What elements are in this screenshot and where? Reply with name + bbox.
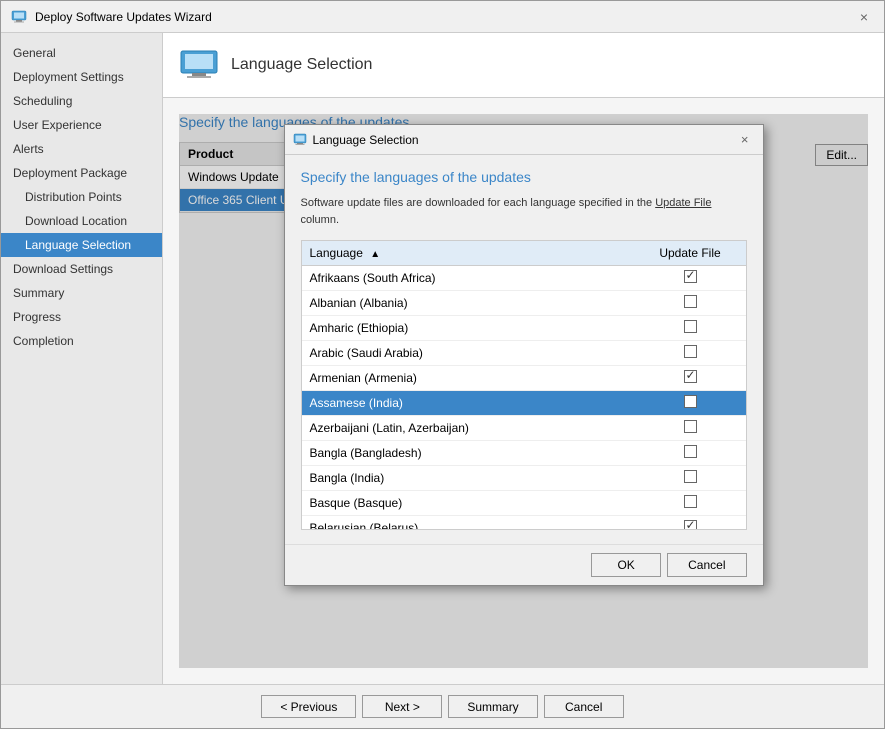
language-checkbox[interactable] bbox=[684, 320, 697, 333]
lang-checkbox-cell[interactable] bbox=[635, 416, 746, 441]
modal-close-button[interactable]: × bbox=[735, 130, 755, 149]
lang-checkbox-cell[interactable] bbox=[635, 291, 746, 316]
cancel-button[interactable]: Cancel bbox=[544, 695, 624, 718]
lang-table-row[interactable]: Belarusian (Belarus) bbox=[302, 516, 746, 531]
language-checkbox[interactable] bbox=[684, 445, 697, 458]
sidebar: GeneralDeployment SettingsSchedulingUser… bbox=[1, 33, 163, 684]
lang-name-cell: Basque (Basque) bbox=[302, 491, 635, 516]
language-table-container[interactable]: Language ▲ Update File bbox=[301, 240, 747, 530]
lang-name-cell: Assamese (India) bbox=[302, 391, 635, 416]
header-icon bbox=[179, 45, 219, 85]
sidebar-item-general[interactable]: General bbox=[1, 41, 162, 65]
modal-cancel-button[interactable]: Cancel bbox=[667, 553, 746, 577]
modal-title-bar: Language Selection × bbox=[285, 125, 763, 155]
lang-checkbox-cell[interactable] bbox=[635, 341, 746, 366]
main-content: Language Selection Specify the languages… bbox=[163, 33, 884, 684]
header-section: Language Selection bbox=[163, 33, 884, 98]
language-checkbox[interactable] bbox=[684, 395, 697, 408]
previous-button[interactable]: < Previous bbox=[261, 695, 356, 718]
sidebar-item-completion[interactable]: Completion bbox=[1, 329, 162, 353]
language-checkbox[interactable] bbox=[684, 370, 697, 383]
next-button[interactable]: Next > bbox=[362, 695, 442, 718]
lang-checkbox-cell[interactable] bbox=[635, 391, 746, 416]
ok-button[interactable]: OK bbox=[591, 553, 661, 577]
wizard-body: GeneralDeployment SettingsSchedulingUser… bbox=[1, 33, 884, 684]
modal-footer: OK Cancel bbox=[285, 544, 763, 585]
lang-name-cell: Bangla (Bangladesh) bbox=[302, 441, 635, 466]
sidebar-item-download-settings[interactable]: Download Settings bbox=[1, 257, 162, 281]
lang-table-row[interactable]: Azerbaijani (Latin, Azerbaijan) bbox=[302, 416, 746, 441]
sidebar-item-scheduling[interactable]: Scheduling bbox=[1, 89, 162, 113]
update-file-highlight: Update File bbox=[655, 197, 711, 209]
language-selection-dialog: Language Selection × Specify the languag… bbox=[284, 124, 764, 586]
lang-checkbox-cell[interactable] bbox=[635, 466, 746, 491]
main-window: Deploy Software Updates Wizard × General… bbox=[0, 0, 885, 729]
language-checkbox[interactable] bbox=[684, 345, 697, 358]
lang-checkbox-cell[interactable] bbox=[635, 491, 746, 516]
lang-name-cell: Azerbaijani (Latin, Azerbaijan) bbox=[302, 416, 635, 441]
sidebar-item-deployment-package[interactable]: Deployment Package bbox=[1, 161, 162, 185]
modal-title-text: Language Selection bbox=[313, 133, 419, 147]
sidebar-item-progress[interactable]: Progress bbox=[1, 305, 162, 329]
language-table-body: Afrikaans (South Africa)Albanian (Albani… bbox=[302, 266, 746, 531]
header-title: Language Selection bbox=[231, 56, 372, 74]
sidebar-item-language-selection[interactable]: Language Selection bbox=[1, 233, 162, 257]
language-checkbox[interactable] bbox=[684, 270, 697, 283]
language-checkbox[interactable] bbox=[684, 495, 697, 508]
lang-checkbox-cell[interactable] bbox=[635, 316, 746, 341]
bottom-bar: < Previous Next > Summary Cancel bbox=[1, 684, 884, 728]
lang-table-row[interactable]: Bangla (India) bbox=[302, 466, 746, 491]
language-column-header[interactable]: Language ▲ bbox=[302, 241, 635, 266]
sidebar-item-download-location[interactable]: Download Location bbox=[1, 209, 162, 233]
window-icon bbox=[11, 9, 27, 25]
window-close-button[interactable]: × bbox=[854, 7, 874, 27]
modal-body: Specify the languages of the updates Sof… bbox=[285, 155, 763, 544]
sort-arrow: ▲ bbox=[370, 249, 380, 260]
lang-table-row[interactable]: Albanian (Albania) bbox=[302, 291, 746, 316]
lang-name-cell: Bangla (India) bbox=[302, 466, 635, 491]
update-file-column-header[interactable]: Update File bbox=[635, 241, 746, 266]
language-checkbox[interactable] bbox=[684, 520, 697, 530]
title-bar-left: Deploy Software Updates Wizard bbox=[11, 9, 212, 25]
summary-button[interactable]: Summary bbox=[448, 695, 537, 718]
lang-table-row[interactable]: Armenian (Armenia) bbox=[302, 366, 746, 391]
sidebar-item-deployment-settings[interactable]: Deployment Settings bbox=[1, 65, 162, 89]
sidebar-item-alerts[interactable]: Alerts bbox=[1, 137, 162, 161]
lang-table-row[interactable]: Arabic (Saudi Arabia) bbox=[302, 341, 746, 366]
lang-name-cell: Albanian (Albania) bbox=[302, 291, 635, 316]
lang-checkbox-cell[interactable] bbox=[635, 441, 746, 466]
modal-icon bbox=[293, 133, 307, 147]
lang-name-cell: Armenian (Armenia) bbox=[302, 366, 635, 391]
lang-checkbox-cell[interactable] bbox=[635, 366, 746, 391]
lang-name-cell: Belarusian (Belarus) bbox=[302, 516, 635, 531]
modal-description: Software update files are downloaded for… bbox=[301, 195, 747, 228]
lang-name-cell: Afrikaans (South Africa) bbox=[302, 266, 635, 291]
modal-overlay: Language Selection × Specify the languag… bbox=[179, 114, 868, 668]
language-checkbox[interactable] bbox=[684, 420, 697, 433]
lang-table-row[interactable]: Bangla (Bangladesh) bbox=[302, 441, 746, 466]
lang-table-header-row: Language ▲ Update File bbox=[302, 241, 746, 266]
language-checkbox[interactable] bbox=[684, 295, 697, 308]
modal-subtitle: Specify the languages of the updates bbox=[301, 169, 747, 185]
lang-table-row[interactable]: Assamese (India) bbox=[302, 391, 746, 416]
sidebar-item-distribution-points[interactable]: Distribution Points bbox=[1, 185, 162, 209]
sidebar-item-summary[interactable]: Summary bbox=[1, 281, 162, 305]
language-checkbox[interactable] bbox=[684, 470, 697, 483]
content-area: Specify the languages of the updates Edi… bbox=[179, 114, 868, 668]
lang-checkbox-cell[interactable] bbox=[635, 266, 746, 291]
modal-title-left: Language Selection bbox=[293, 133, 419, 147]
lang-name-cell: Arabic (Saudi Arabia) bbox=[302, 341, 635, 366]
lang-name-cell: Amharic (Ethiopia) bbox=[302, 316, 635, 341]
lang-checkbox-cell[interactable] bbox=[635, 516, 746, 531]
title-bar: Deploy Software Updates Wizard × bbox=[1, 1, 884, 33]
lang-table-row[interactable]: Basque (Basque) bbox=[302, 491, 746, 516]
window-title: Deploy Software Updates Wizard bbox=[35, 10, 212, 24]
lang-table-row[interactable]: Amharic (Ethiopia) bbox=[302, 316, 746, 341]
sidebar-item-user-experience[interactable]: User Experience bbox=[1, 113, 162, 137]
lang-table-row[interactable]: Afrikaans (South Africa) bbox=[302, 266, 746, 291]
language-table: Language ▲ Update File bbox=[302, 241, 746, 530]
